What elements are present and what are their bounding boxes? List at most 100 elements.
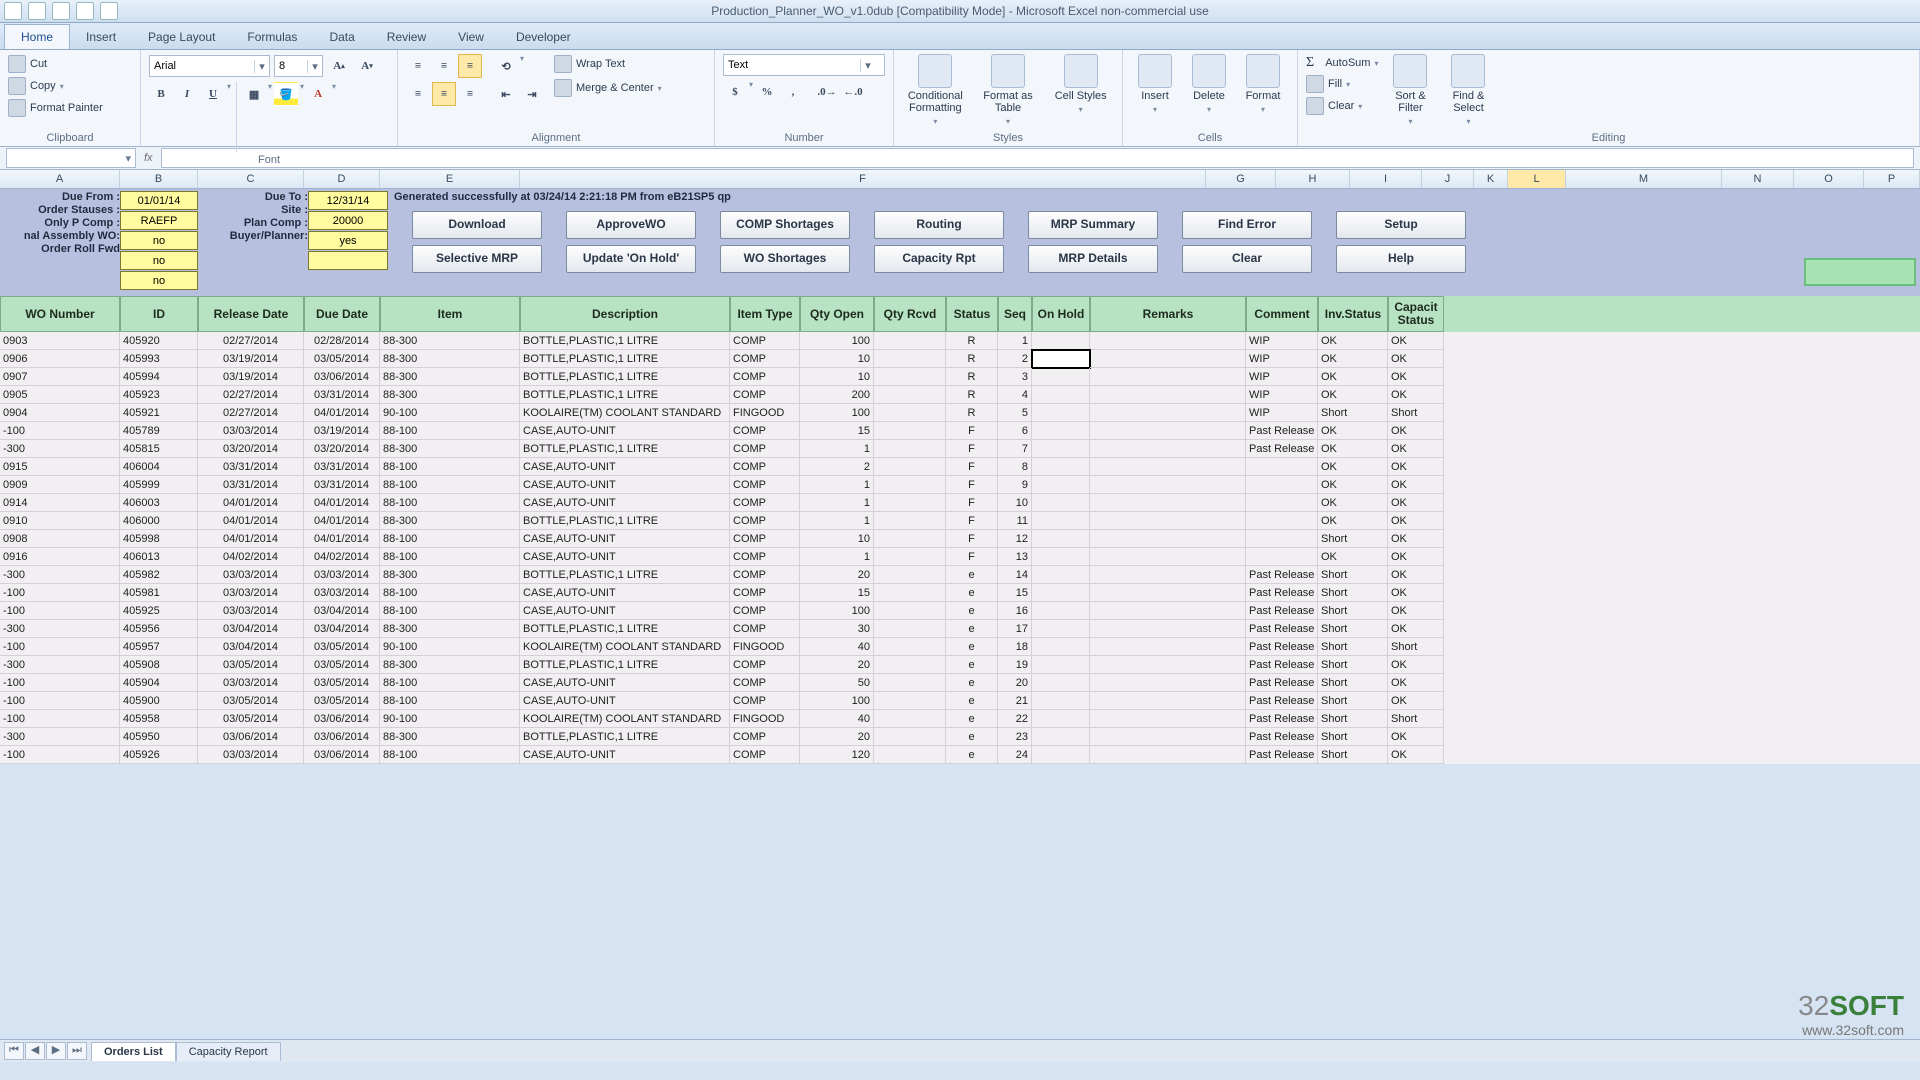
column-header[interactable]: Status [946,296,998,332]
format-cells-button[interactable]: Format▾ [1239,54,1287,116]
column-header[interactable]: On Hold [1032,296,1090,332]
fill-button[interactable]: Fill▾ [1306,74,1378,94]
cell-styles-button[interactable]: Cell Styles▾ [1047,54,1114,116]
tab-data[interactable]: Data [313,25,370,49]
table-row[interactable]: -30040590803/05/201403/05/201488-300BOTT… [0,656,1920,674]
copy-button[interactable]: Copy▾ [8,76,64,96]
find-select-button[interactable]: Find & Select▾ [1442,54,1494,128]
table-row[interactable]: -30040581503/20/201403/20/201488-300BOTT… [0,440,1920,458]
indent-inc-icon[interactable]: ⇥ [520,82,544,106]
font-color-button[interactable]: A [306,82,330,106]
currency-icon[interactable]: $ [723,80,747,104]
table-row[interactable]: -30040598203/03/201403/03/201488-300BOTT… [0,566,1920,584]
sheet-tab-orders-list[interactable]: Orders List [91,1042,176,1061]
underline-button[interactable]: U [201,82,225,106]
autosum-button[interactable]: Σ AutoSum▾ [1306,54,1378,72]
inc-decimal-icon[interactable]: .0→ [815,80,839,104]
sheet-tab-capacity-report[interactable]: Capacity Report [176,1042,281,1061]
sort-filter-button[interactable]: Sort & Filter▾ [1384,54,1436,128]
table-row[interactable]: -30040595603/04/201403/04/201488-300BOTT… [0,620,1920,638]
name-box[interactable]: ▾ [6,148,136,168]
align-left-icon[interactable]: ≡ [406,82,430,106]
action-button[interactable]: ApproveWO [566,211,696,239]
align-bottom-icon[interactable]: ≡ [458,54,482,78]
align-top-icon[interactable]: ≡ [406,54,430,78]
merge-center-button[interactable]: Merge & Center▾ [554,78,662,98]
sheet-nav-next-icon[interactable]: ▶ [46,1042,66,1060]
align-middle-icon[interactable]: ≡ [432,54,456,78]
column-header[interactable]: Inv.Status [1318,296,1388,332]
cut-button[interactable]: Cut [8,54,47,74]
italic-button[interactable]: I [175,82,199,106]
action-button[interactable]: Selective MRP [412,245,542,273]
comma-icon[interactable]: , [781,80,805,104]
table-row[interactable]: -10040598103/03/201403/03/201488-100CASE… [0,584,1920,602]
tab-page-layout[interactable]: Page Layout [132,25,231,49]
qat-icon[interactable] [76,2,94,20]
indent-dec-icon[interactable]: ⇤ [494,82,518,106]
tab-developer[interactable]: Developer [500,25,587,49]
font-combo[interactable]: ▾ [149,55,270,77]
table-row[interactable]: 090340592002/27/201402/28/201488-300BOTT… [0,332,1920,350]
action-button[interactable]: Update 'On Hold' [566,245,696,273]
action-button[interactable]: Routing [874,211,1004,239]
align-center-icon[interactable]: ≡ [432,82,456,106]
tab-review[interactable]: Review [371,25,442,49]
action-button[interactable]: Help [1336,245,1466,273]
wrap-text-button[interactable]: Wrap Text [554,54,662,74]
orientation-icon[interactable]: ⟲ [494,54,518,78]
tab-view[interactable]: View [442,25,500,49]
column-header[interactable]: Due Date [304,296,380,332]
column-header[interactable]: WO Number [0,296,120,332]
formula-input[interactable] [161,148,1914,168]
column-header[interactable]: Description [520,296,730,332]
action-button[interactable]: Setup [1336,211,1466,239]
due-to-cell[interactable]: 12/31/14 [308,191,388,210]
sheet-nav-last-icon[interactable]: ⏭ [67,1042,87,1060]
table-row[interactable]: 090540592302/27/201403/31/201488-300BOTT… [0,386,1920,404]
order-roll-cell[interactable]: no [120,271,198,290]
plan-comp-cell[interactable]: yes [308,231,388,250]
table-row[interactable]: 090840599804/01/201404/01/201488-100CASE… [0,530,1920,548]
align-right-icon[interactable]: ≡ [458,82,482,106]
order-statuses-cell[interactable]: RAEFP [120,211,198,230]
action-button[interactable]: COMP Shortages [720,211,850,239]
tab-formulas[interactable]: Formulas [231,25,313,49]
table-row[interactable]: 090440592102/27/201404/01/201490-100KOOL… [0,404,1920,422]
undo-icon[interactable] [28,2,46,20]
table-row[interactable]: 091440600304/01/201404/01/201488-100CASE… [0,494,1920,512]
table-row[interactable]: -10040590003/05/201403/05/201488-100CASE… [0,692,1920,710]
insert-cells-button[interactable]: Insert▾ [1131,54,1179,116]
shrink-font-icon[interactable]: A▾ [355,54,379,78]
sheet-nav-prev-icon[interactable]: ◀ [25,1042,45,1060]
table-row[interactable]: 090740599403/19/201403/06/201488-300BOTT… [0,368,1920,386]
action-button[interactable]: Download [412,211,542,239]
column-header[interactable]: Item [380,296,520,332]
due-from-cell[interactable]: 01/01/14 [120,191,198,210]
column-header[interactable]: Release Date [198,296,304,332]
table-row[interactable]: -10040592503/03/201403/04/201488-100CASE… [0,602,1920,620]
format-as-table-button[interactable]: Format as Table▾ [975,54,1042,128]
save-icon[interactable] [4,2,22,20]
column-header[interactable]: Remarks [1090,296,1246,332]
number-format-combo[interactable]: ▾ [723,54,885,76]
bold-button[interactable]: B [149,82,173,106]
table-row[interactable]: -30040595003/06/201403/06/201488-300BOTT… [0,728,1920,746]
action-button[interactable]: MRP Summary [1028,211,1158,239]
column-header[interactable]: Comment [1246,296,1318,332]
column-header[interactable]: Capacit Status [1388,296,1444,332]
table-row[interactable]: -10040595703/04/201403/05/201490-100KOOL… [0,638,1920,656]
tab-insert[interactable]: Insert [70,25,132,49]
action-button[interactable]: WO Shortages [720,245,850,273]
font-size-combo[interactable]: ▾ [274,55,323,77]
table-row[interactable]: -10040595803/05/201403/06/201490-100KOOL… [0,710,1920,728]
action-button[interactable]: Capacity Rpt [874,245,1004,273]
format-painter-button[interactable]: Format Painter [8,98,103,118]
sheet-nav-first-icon[interactable]: ⏮ [4,1042,24,1060]
column-header[interactable]: Item Type [730,296,800,332]
fill-color-button[interactable]: 🪣 [274,82,298,106]
clear-button[interactable]: Clear▾ [1306,96,1378,116]
column-header[interactable]: Qty Rcvd [874,296,946,332]
table-row[interactable]: -10040590403/03/201403/05/201488-100CASE… [0,674,1920,692]
percent-icon[interactable]: % [755,80,779,104]
